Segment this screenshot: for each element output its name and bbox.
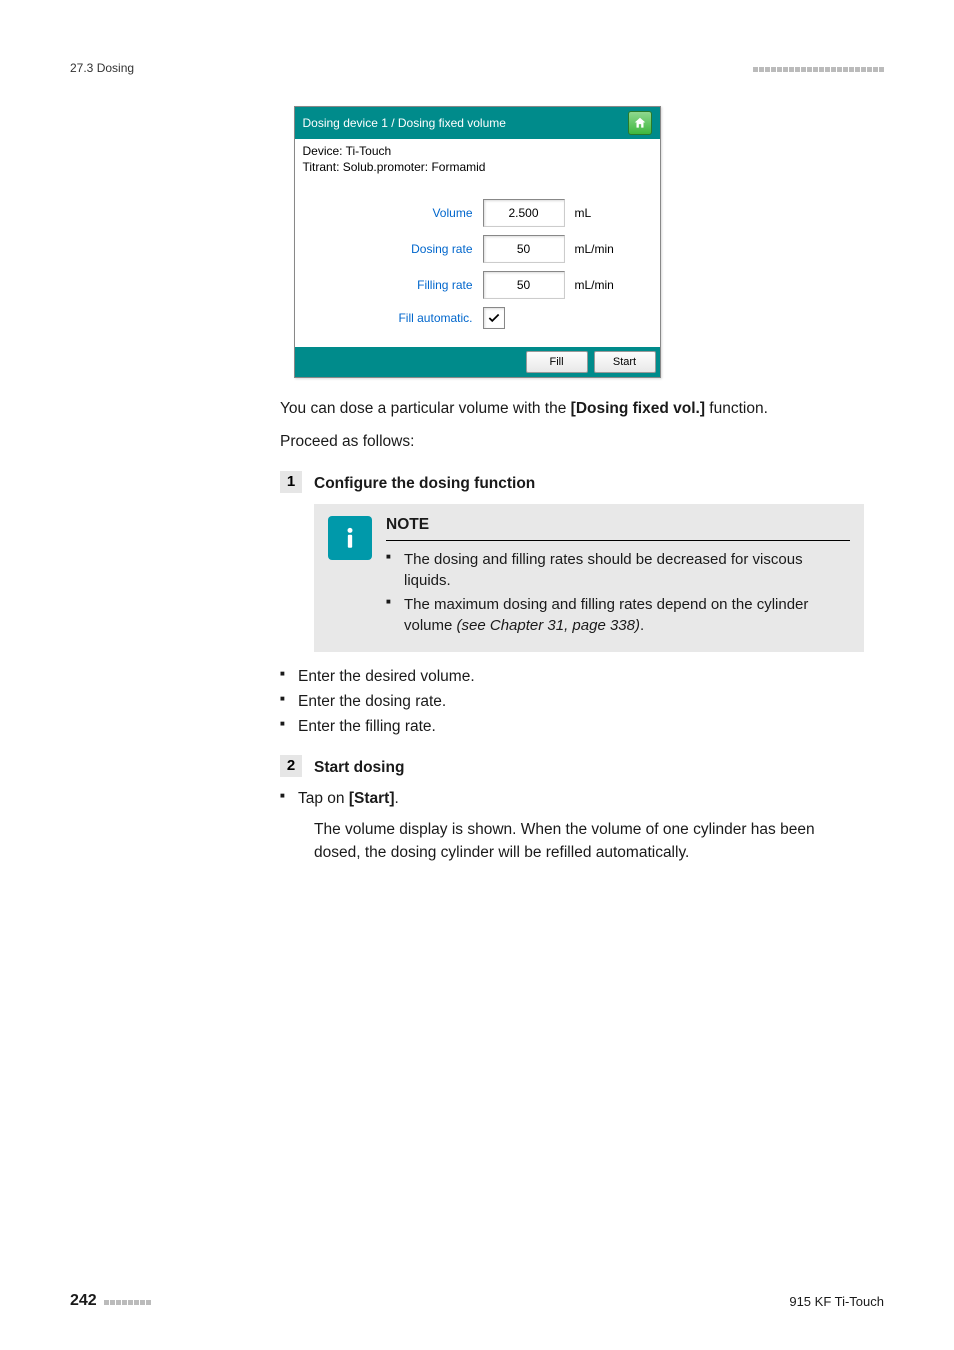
note-item-2: The maximum dosing and filling rates dep… xyxy=(386,594,850,636)
unit-filling-rate: mL/min xyxy=(565,278,614,292)
action-1: Enter the desired volume. xyxy=(280,666,864,688)
input-volume[interactable]: 2.500 xyxy=(483,199,565,227)
document-name: 915 KF Ti-Touch xyxy=(789,1294,884,1309)
intro-bold: [Dosing fixed vol.] xyxy=(571,400,705,417)
screenshot-body: Volume 2.500 mL Dosing rate 50 mL/min Fi… xyxy=(295,185,660,347)
intro-text: You can dose a particular volume with th… xyxy=(280,400,571,417)
note-content: NOTE The dosing and filling rates should… xyxy=(386,514,850,640)
action-2: Enter the dosing rate. xyxy=(280,691,864,713)
screenshot-bottombar: Fill Start xyxy=(295,347,660,377)
step-2-header: 2 Start dosing xyxy=(280,755,864,779)
input-dosing-rate[interactable]: 50 xyxy=(483,235,565,263)
step-2-action-prefix: Tap on xyxy=(298,790,349,807)
footer-decoration xyxy=(103,1294,151,1309)
section-label: 27.3 Dosing xyxy=(70,61,134,75)
step-2-action-suffix: . xyxy=(395,790,399,807)
step-2-title: Start dosing xyxy=(314,755,404,779)
start-button[interactable]: Start xyxy=(594,351,656,373)
note-item-1: The dosing and filling rates should be d… xyxy=(386,549,850,591)
step-2-action-bold: [Start] xyxy=(349,790,395,807)
step-2-actions: Tap on [Start]. xyxy=(280,788,864,810)
step-2-result: The volume display is shown. When the vo… xyxy=(314,819,864,864)
unit-dosing-rate: mL/min xyxy=(565,242,614,256)
intro-text-2: function. xyxy=(705,400,768,417)
unit-volume: mL xyxy=(565,206,592,220)
note-ref-after: . xyxy=(640,617,644,634)
info-icon xyxy=(328,516,372,560)
note-list: The dosing and filling rates should be d… xyxy=(386,549,850,636)
step-1-title: Configure the dosing function xyxy=(314,471,535,495)
intro-paragraph-1: You can dose a particular volume with th… xyxy=(280,398,864,420)
note-box: NOTE The dosing and filling rates should… xyxy=(314,504,864,652)
fill-button[interactable]: Fill xyxy=(526,351,588,373)
note-ref: (see Chapter 31, page 338) xyxy=(457,617,640,634)
label-filling-rate: Filling rate xyxy=(303,278,483,292)
page-footer: 242 915 KF Ti-Touch xyxy=(70,1292,884,1310)
input-filling-rate[interactable]: 50 xyxy=(483,271,565,299)
check-icon xyxy=(487,311,501,325)
home-icon xyxy=(633,116,647,130)
screenshot-info: Device: Ti-Touch Titrant: Solub.promoter… xyxy=(295,139,660,185)
step-2-action: Tap on [Start]. xyxy=(280,788,864,810)
row-fill-auto: Fill automatic. xyxy=(303,307,652,329)
header-decoration xyxy=(752,60,884,76)
page-header: 27.3 Dosing xyxy=(70,60,884,76)
step-1-header: 1 Configure the dosing function xyxy=(280,471,864,495)
device-screenshot: Dosing device 1 / Dosing fixed volume De… xyxy=(294,106,661,378)
row-filling-rate: Filling rate 50 mL/min xyxy=(303,271,652,299)
screenshot-title: Dosing device 1 / Dosing fixed volume xyxy=(303,116,506,130)
label-dosing-rate: Dosing rate xyxy=(303,242,483,256)
step-1-number: 1 xyxy=(280,471,302,493)
step-1-actions: Enter the desired volume. Enter the dosi… xyxy=(280,666,864,737)
row-dosing-rate: Dosing rate 50 mL/min xyxy=(303,235,652,263)
screenshot-titlebar: Dosing device 1 / Dosing fixed volume xyxy=(295,107,660,139)
step-2-number: 2 xyxy=(280,755,302,777)
note-heading: NOTE xyxy=(386,514,850,541)
action-3: Enter the filling rate. xyxy=(280,716,864,738)
home-button[interactable] xyxy=(628,111,652,135)
page-number: 242 xyxy=(70,1292,97,1310)
row-volume: Volume 2.500 mL xyxy=(303,199,652,227)
intro-paragraph-2: Proceed as follows: xyxy=(280,431,864,453)
body-content: You can dose a particular volume with th… xyxy=(280,398,864,864)
checkbox-fill-auto[interactable] xyxy=(483,307,505,329)
device-line: Device: Ti-Touch xyxy=(303,143,652,159)
label-volume: Volume xyxy=(303,206,483,220)
titrant-line: Titrant: Solub.promoter: Formamid xyxy=(303,159,652,175)
label-fill-auto: Fill automatic. xyxy=(303,311,483,325)
